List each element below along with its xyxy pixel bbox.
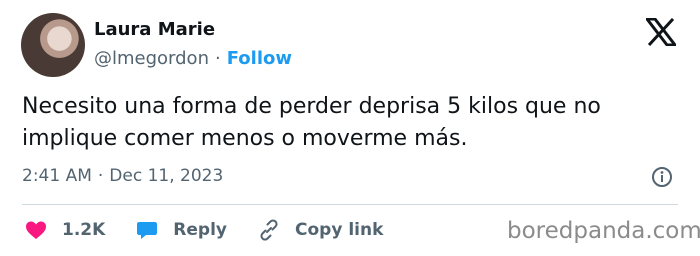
tweet-timestamp[interactable]: 2:41 AM · Dec 11, 2023 [22,166,223,186]
follow-button[interactable]: Follow [227,48,292,69]
copy-link-button[interactable]: Copy link [257,218,383,242]
info-icon[interactable] [651,166,673,188]
reply-label: Reply [173,220,227,240]
like-count: 1.2K [62,220,106,240]
timestamp-separator: · [97,166,104,186]
avatar[interactable] [21,13,85,77]
handle-separator: · [214,48,221,69]
speech-bubble-icon [137,222,158,239]
reply-button[interactable]: Reply [135,218,227,242]
like-button[interactable]: 1.2K [24,218,105,242]
x-logo-icon[interactable] [646,18,676,46]
heart-icon [26,221,46,239]
action-bar: 1.2K Reply Copy link [24,216,413,244]
tweet-text: Necesito una forma de perder deprisa 5 k… [22,94,601,151]
author-name[interactable]: Laura Marie [94,19,215,40]
watermark: boredpanda.com [507,218,700,244]
author-handle[interactable]: @lmegordon [94,48,209,69]
tweet-time: 2:41 AM [22,166,92,186]
author-handle-row: @lmegordon · Follow [94,48,292,69]
link-icon [260,219,278,241]
copy-link-label: Copy link [295,220,384,240]
divider [22,204,678,205]
tweet-date: Dec 11, 2023 [109,166,224,186]
